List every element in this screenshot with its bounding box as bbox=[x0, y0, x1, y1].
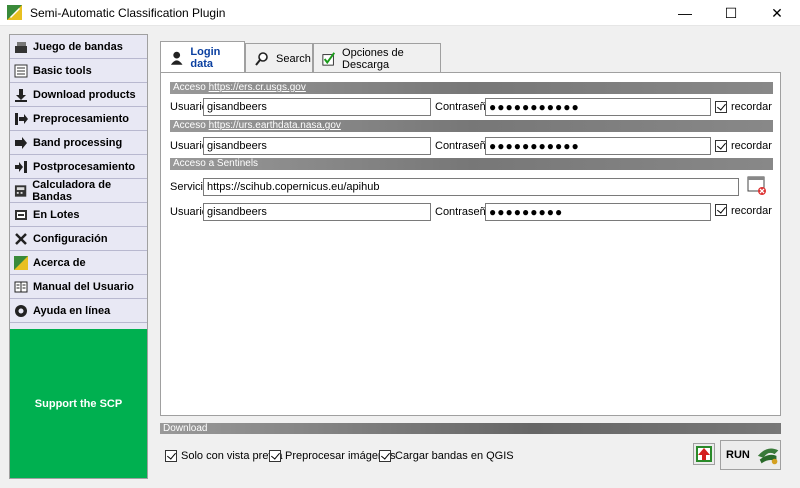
export-button[interactable] bbox=[693, 443, 715, 465]
sidebar-item-calculator[interactable]: Calculadora de Bandas bbox=[10, 179, 147, 203]
sidebar-item-label: Basic tools bbox=[33, 64, 92, 77]
minimize-icon: — bbox=[678, 5, 692, 21]
band-processing-icon bbox=[15, 136, 27, 149]
usgs-section-header: Acceso https://ers.cr.usgs.gov bbox=[170, 82, 773, 94]
sentinels-remember-checkbox[interactable] bbox=[715, 204, 727, 216]
sidebar: Juego de bandas Basic tools Download pro… bbox=[9, 34, 148, 479]
tab-label: Login data bbox=[190, 45, 221, 70]
settings-icon bbox=[15, 232, 27, 245]
preview-only-label: Solo con vista previa bbox=[181, 450, 283, 462]
tab-download-options[interactable]: Opciones de Descarga bbox=[313, 43, 441, 73]
reset-url-icon[interactable] bbox=[747, 176, 767, 196]
tab-label: Search bbox=[276, 52, 311, 65]
red-up-arrow-icon bbox=[696, 446, 712, 462]
sidebar-item-bandset[interactable]: Juego de bandas bbox=[10, 35, 147, 59]
sidebar-item-label: Acerca de bbox=[33, 256, 86, 269]
sidebar-item-label: Band processing bbox=[33, 136, 123, 149]
sentinels-section-header: Acceso a Sentinels bbox=[170, 158, 773, 170]
preprocessing-icon bbox=[15, 112, 28, 125]
tab-login-data[interactable]: Login data bbox=[160, 41, 245, 73]
calculator-icon bbox=[14, 184, 27, 197]
sidebar-item-label: Preprocesamiento bbox=[33, 112, 129, 125]
sidebar-item-download[interactable]: Download products bbox=[10, 83, 147, 107]
sidebar-item-postprocessing[interactable]: Postprocesamiento bbox=[10, 155, 147, 179]
usgs-password-field[interactable]: ●●●●●●●●●●● bbox=[485, 98, 711, 116]
sidebar-item-about[interactable]: Acerca de bbox=[10, 251, 147, 275]
usgs-link[interactable]: https://ers.cr.usgs.gov bbox=[209, 82, 306, 93]
sidebar-item-band-processing[interactable]: Band processing bbox=[10, 131, 147, 155]
earthdata-password-label: Contraseña bbox=[435, 140, 492, 152]
about-icon bbox=[14, 255, 28, 270]
preview-only-checkbox[interactable] bbox=[165, 450, 177, 462]
title-bar: Semi-Automatic Classification Plugin — ☐… bbox=[0, 0, 800, 26]
sidebar-item-label: Configuración bbox=[33, 232, 108, 245]
usgs-user-field[interactable]: gisandbeers bbox=[203, 98, 431, 116]
sidebar-item-label: Ayuda en línea bbox=[33, 304, 111, 317]
user-icon bbox=[170, 51, 183, 65]
sidebar-item-label: Juego de bandas bbox=[33, 40, 123, 53]
sentinels-service-field[interactable]: https://scihub.copernicus.eu/apihub bbox=[203, 178, 739, 196]
run-button[interactable]: RUN bbox=[720, 440, 781, 470]
maximize-icon: ☐ bbox=[724, 4, 738, 21]
bandset-icon bbox=[15, 41, 27, 53]
sidebar-item-help[interactable]: Ayuda en línea bbox=[10, 299, 147, 323]
load-bands-checkbox[interactable] bbox=[379, 450, 391, 462]
batch-icon bbox=[15, 209, 27, 220]
run-label: RUN bbox=[726, 449, 750, 461]
sidebar-item-basic-tools[interactable]: Basic tools bbox=[10, 59, 147, 83]
download-section-header: Download bbox=[160, 423, 781, 434]
earthdata-remember-checkbox[interactable] bbox=[715, 140, 727, 152]
usgs-password-label: Contraseña bbox=[435, 101, 492, 113]
sidebar-item-batch[interactable]: En Lotes bbox=[10, 203, 147, 227]
postprocessing-icon bbox=[15, 160, 27, 173]
maximize-button[interactable]: ☐ bbox=[708, 0, 754, 26]
earthdata-password-field[interactable]: ●●●●●●●●●●● bbox=[485, 137, 711, 155]
sentinels-user-field[interactable]: gisandbeers bbox=[203, 203, 431, 221]
sentinels-password-label: Contraseña bbox=[435, 206, 492, 218]
support-the-scp-button[interactable]: Support the SCP bbox=[10, 329, 147, 478]
sidebar-item-label: Postprocesamiento bbox=[33, 160, 136, 173]
tab-label: Opciones de Descarga bbox=[342, 46, 404, 71]
close-button[interactable]: ✕ bbox=[754, 0, 800, 26]
sidebar-item-label: Calculadora de Bandas bbox=[32, 178, 112, 203]
load-bands-label: Cargar bandas en QGIS bbox=[395, 450, 514, 462]
sidebar-item-manual[interactable]: Manual del Usuario bbox=[10, 275, 147, 299]
sidebar-item-label: Manual del Usuario bbox=[33, 280, 134, 293]
earthdata-link[interactable]: https://urs.earthdata.nasa.gov bbox=[209, 120, 341, 131]
earthdata-section-header: Acceso https://urs.earthdata.nasa.gov bbox=[170, 120, 773, 132]
checkmark-icon bbox=[322, 51, 336, 66]
earthdata-user-field[interactable]: gisandbeers bbox=[203, 137, 431, 155]
sentinels-password-field[interactable]: ●●●●●●●●● bbox=[485, 203, 711, 221]
sentinels-remember-label: recordar bbox=[731, 205, 772, 217]
tab-search[interactable]: Search bbox=[245, 43, 313, 73]
window-title: Semi-Automatic Classification Plugin bbox=[30, 6, 226, 20]
login-data-panel: Acceso https://ers.cr.usgs.gov Usuario g… bbox=[160, 72, 781, 416]
sidebar-item-settings[interactable]: Configuración bbox=[10, 227, 147, 251]
minimize-button[interactable]: — bbox=[662, 0, 708, 26]
usgs-remember-label: recordar bbox=[731, 101, 772, 113]
basic-tools-icon bbox=[14, 64, 28, 77]
help-icon bbox=[15, 304, 27, 317]
run-icon bbox=[757, 448, 779, 465]
earthdata-remember-label: recordar bbox=[731, 140, 772, 152]
usgs-remember-checkbox[interactable] bbox=[715, 101, 727, 113]
app-logo-icon bbox=[7, 5, 22, 20]
preprocess-images-checkbox[interactable] bbox=[269, 450, 281, 462]
close-icon: ✕ bbox=[771, 4, 783, 21]
manual-icon bbox=[14, 281, 28, 292]
sidebar-item-preprocessing[interactable]: Preprocesamiento bbox=[10, 107, 147, 131]
sidebar-item-label: Download products bbox=[33, 88, 136, 101]
sidebar-item-label: En Lotes bbox=[33, 208, 80, 221]
search-icon bbox=[255, 51, 268, 66]
download-icon bbox=[15, 88, 27, 102]
